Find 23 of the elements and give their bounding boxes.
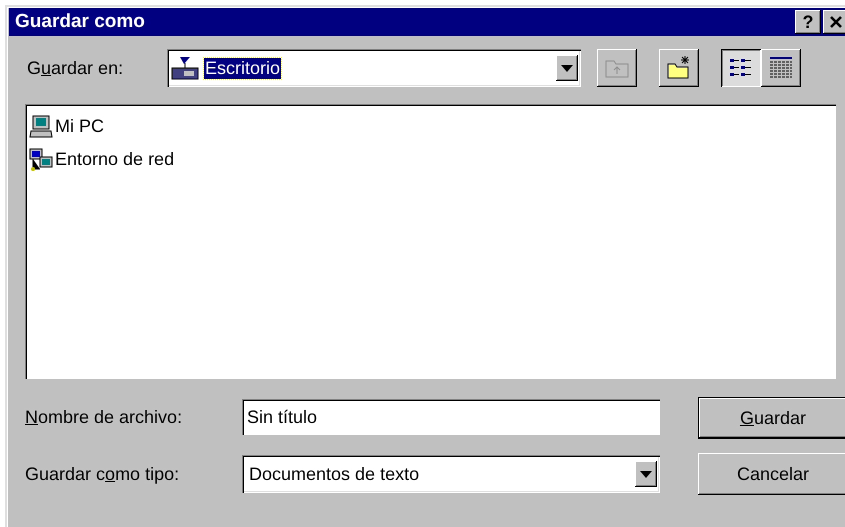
dropdown-button[interactable]	[635, 461, 657, 487]
details-view-button[interactable]	[761, 49, 801, 87]
file-type-dropdown[interactable]: Documentos de texto	[242, 455, 660, 493]
close-button[interactable]	[823, 10, 845, 34]
folder-name: Escritorio	[204, 58, 282, 78]
field-label: Guardar como tipo:	[25, 464, 180, 484]
file-item[interactable]: Mi PC	[29, 110, 832, 143]
field-label: Nombre de archivo:	[25, 406, 184, 428]
help-button[interactable]: ?	[795, 10, 821, 34]
file-name-field[interactable]: Sin título	[242, 399, 660, 435]
network-icon	[29, 148, 53, 172]
list-view-button[interactable]	[721, 49, 761, 87]
close-icon	[829, 16, 843, 28]
folder-icon	[666, 55, 692, 81]
computer-icon	[29, 114, 53, 138]
file-item[interactable]: Entorno de red	[29, 143, 832, 176]
folder-dropdown[interactable]: Escritorio	[167, 49, 581, 87]
window-title: Guardar como	[15, 11, 145, 33]
cancel-button[interactable]: Cancelar	[698, 453, 845, 495]
save-button[interactable]: Guardar	[698, 397, 845, 439]
new-folder-button[interactable]	[659, 49, 699, 87]
dropdown-button[interactable]	[556, 55, 578, 81]
field-label: Guardar en:	[27, 58, 124, 78]
